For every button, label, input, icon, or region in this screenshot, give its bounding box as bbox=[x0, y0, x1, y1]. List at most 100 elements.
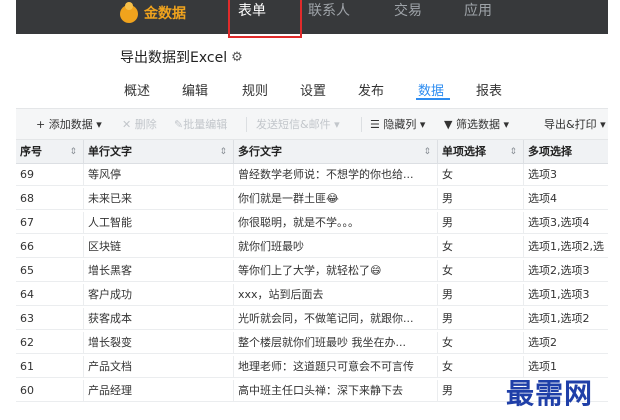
toolbar-divider bbox=[361, 117, 362, 132]
tab-edit[interactable]: 编辑 bbox=[182, 80, 208, 99]
tab-rules[interactable]: 规则 bbox=[242, 80, 268, 99]
column-header-label: 单行文字 bbox=[88, 145, 132, 158]
cell-single-line: 获客成本 bbox=[84, 308, 234, 330]
logo-icon bbox=[120, 2, 138, 23]
filter-data-button[interactable]: ▼ 筛选数据 ▾ bbox=[444, 116, 509, 132]
cell-single-line: 客户成功 bbox=[84, 284, 234, 306]
sort-icon[interactable]: ⇕ bbox=[219, 140, 227, 164]
cell-id: 68 bbox=[16, 188, 84, 210]
column-header-label: 序号 bbox=[20, 145, 42, 158]
tab-reports[interactable]: 报表 bbox=[476, 80, 502, 99]
cell-id: 61 bbox=[16, 356, 84, 378]
highlight-box bbox=[228, 0, 302, 38]
page-title-text: 导出数据到Excel bbox=[120, 50, 228, 66]
cell-multi-line: 整个楼层就你们班最吵 我坐在办... bbox=[234, 332, 438, 354]
nav-item-transactions[interactable]: 交易 bbox=[394, 2, 422, 20]
batch-edit-label: 批量编辑 bbox=[183, 118, 228, 131]
add-data-button[interactable]: + 添加数据 ▾ bbox=[36, 116, 102, 132]
batch-edit-button[interactable]: ✎批量编辑 bbox=[174, 116, 227, 132]
cell-multi-line: 光听就会同，不做笔记同，就跟你... bbox=[234, 308, 438, 330]
active-tab-indicator bbox=[416, 98, 450, 100]
gear-icon[interactable]: ⚙ bbox=[231, 50, 243, 65]
column-header-label: 多行文字 bbox=[238, 145, 282, 158]
table-row[interactable]: 66 区块链 就你们班最吵 女 选项1,选项2,选 bbox=[16, 236, 608, 258]
column-header-single-choice[interactable]: 单项选择 ⇕ bbox=[438, 140, 524, 164]
columns-icon: ☰ bbox=[370, 118, 380, 131]
cell-multi-line: 就你们班最吵 bbox=[234, 236, 438, 258]
watermark: 最需网 bbox=[506, 377, 594, 410]
table-row[interactable]: 63 获客成本 光听就会同，不做笔记同，就跟你... 男 选项1,选项2 bbox=[16, 308, 608, 330]
table-row[interactable]: 69 等风停 曾经数学老师说：不想学的你也给... 女 选项3 bbox=[16, 164, 608, 186]
export-print-button[interactable]: 导出&打印 ▾ bbox=[544, 116, 606, 132]
cell-single-choice: 男 bbox=[438, 284, 524, 306]
hide-columns-button[interactable]: ☰ 隐藏列 ▾ bbox=[370, 116, 425, 132]
cell-multi-line: 地理老师：这道题只可意会不可言传 bbox=[234, 356, 438, 378]
cell-multi-line: 你们就是一群土匪😂 bbox=[234, 188, 438, 210]
column-header-single-line[interactable]: 单行文字 ⇕ bbox=[84, 140, 234, 164]
cell-single-line: 增长裂变 bbox=[84, 332, 234, 354]
cell-multi-choice: 选项4 bbox=[524, 188, 608, 210]
cell-multi-choice: 选项1,选项2,选 bbox=[524, 236, 608, 258]
column-header-label: 多项选择 bbox=[528, 145, 572, 158]
logo-text: 金数据 bbox=[144, 6, 186, 22]
cell-single-line: 区块链 bbox=[84, 236, 234, 258]
cell-single-choice: 女 bbox=[438, 164, 524, 186]
cell-multi-line: 你很聪明，就是不学。。。 bbox=[234, 212, 438, 234]
cell-multi-choice: 选项1,选项3 bbox=[524, 284, 608, 306]
tab-overview[interactable]: 概述 bbox=[124, 80, 150, 99]
nav-item-apps[interactable]: 应用 bbox=[464, 2, 492, 20]
cell-single-choice: 男 bbox=[438, 212, 524, 234]
cell-id: 62 bbox=[16, 332, 84, 354]
cell-multi-choice: 选项3,选项4 bbox=[524, 212, 608, 234]
table-row[interactable]: 68 未来已来 你们就是一群土匪😂 男 选项4 bbox=[16, 188, 608, 210]
cell-multi-line: xxx，站到后面去 bbox=[234, 284, 438, 306]
column-header-multi-choice[interactable]: 多项选择 bbox=[524, 140, 608, 164]
cell-id: 64 bbox=[16, 284, 84, 306]
tab-data[interactable]: 数据 bbox=[418, 80, 444, 99]
cell-multi-line: 等你们上了大学，就轻松了😄 bbox=[234, 260, 438, 282]
send-sms-email-button[interactable]: 发送短信&邮件 ▾ bbox=[256, 116, 340, 132]
column-header-label: 单项选择 bbox=[442, 145, 486, 158]
cell-single-line: 产品文档 bbox=[84, 356, 234, 378]
cell-single-choice: 女 bbox=[438, 260, 524, 282]
table-row[interactable]: 65 增长黑客 等你们上了大学，就轻松了😄 女 选项2,选项3 bbox=[16, 260, 608, 282]
cell-single-line: 人工智能 bbox=[84, 212, 234, 234]
cell-id: 67 bbox=[16, 212, 84, 234]
cell-multi-choice: 选项3 bbox=[524, 164, 608, 186]
cell-single-choice: 男 bbox=[438, 188, 524, 210]
cell-id: 60 bbox=[16, 380, 84, 402]
sort-icon[interactable]: ⇕ bbox=[423, 140, 431, 164]
cell-multi-choice: 选项2,选项3 bbox=[524, 260, 608, 282]
app-logo[interactable]: 金数据 bbox=[120, 2, 186, 24]
tab-settings[interactable]: 设置 bbox=[300, 80, 326, 99]
data-toolbar: + 添加数据 ▾ ✕ 删除 ✎批量编辑 发送短信&邮件 ▾ ☰ 隐藏列 ▾ ▼ … bbox=[16, 108, 608, 140]
cell-multi-choice: 选项1,选项2 bbox=[524, 308, 608, 330]
delete-button[interactable]: ✕ 删除 bbox=[122, 116, 157, 132]
column-header-multi-line[interactable]: 多行文字 ⇕ bbox=[234, 140, 438, 164]
filter-icon: ▼ bbox=[444, 118, 453, 131]
pencil-icon: ✎ bbox=[174, 118, 184, 131]
nav-item-contacts[interactable]: 联系人 bbox=[308, 2, 350, 20]
top-nav-bar: 金数据 表单 联系人 交易 应用 bbox=[16, 0, 608, 34]
cell-id: 66 bbox=[16, 236, 84, 258]
sort-icon[interactable]: ⇕ bbox=[509, 140, 517, 164]
table-header: 序号 ⇕ 单行文字 ⇕ 多行文字 ⇕ 单项选择 ⇕ 多项选择 bbox=[16, 140, 608, 164]
sort-icon[interactable]: ⇕ bbox=[69, 140, 77, 164]
cell-id: 63 bbox=[16, 308, 84, 330]
cell-multi-line: 曾经数学老师说：不想学的你也给... bbox=[234, 164, 438, 186]
cell-single-line: 增长黑客 bbox=[84, 260, 234, 282]
tab-publish[interactable]: 发布 bbox=[358, 80, 384, 99]
column-header-id[interactable]: 序号 ⇕ bbox=[16, 140, 84, 164]
page-title: 导出数据到Excel ⚙ bbox=[120, 47, 243, 67]
cell-single-line: 产品经理 bbox=[84, 380, 234, 402]
filter-data-label: 筛选数据 ▾ bbox=[455, 118, 509, 131]
table-row[interactable]: 64 客户成功 xxx，站到后面去 男 选项1,选项3 bbox=[16, 284, 608, 306]
cell-single-line: 未来已来 bbox=[84, 188, 234, 210]
toolbar-divider bbox=[246, 117, 247, 132]
cell-multi-choice: 选项2 bbox=[524, 332, 608, 354]
cell-single-choice: 女 bbox=[438, 332, 524, 354]
table-row[interactable]: 67 人工智能 你很聪明，就是不学。。。 男 选项3,选项4 bbox=[16, 212, 608, 234]
table-row[interactable]: 62 增长裂变 整个楼层就你们班最吵 我坐在办... 女 选项2 bbox=[16, 332, 608, 354]
cell-single-choice: 男 bbox=[438, 308, 524, 330]
cell-single-line: 等风停 bbox=[84, 164, 234, 186]
